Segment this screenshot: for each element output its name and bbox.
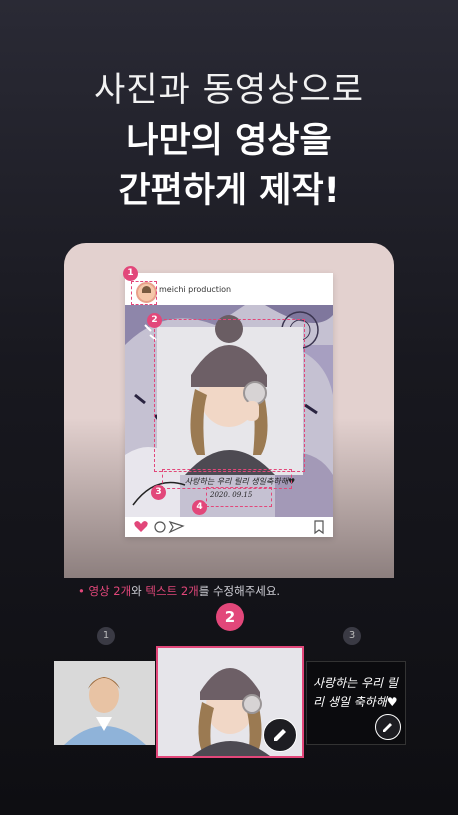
pencil-icon [274,729,286,741]
edit-clip-2-button[interactable] [263,718,297,752]
pencil-icon [383,723,392,732]
man-photo [54,661,155,745]
text-clip-preview: 사랑하는 우리 릴리 생일 축하해♥ [313,676,398,709]
hint-bullet: • [78,584,85,598]
hint-and: 와 [131,584,142,598]
marker-2: 2 [147,313,162,328]
marker-3: 3 [151,485,166,500]
profile-name: meichi production [159,285,232,294]
clip-thumbnail-3[interactable]: 사랑하는 우리 릴리 생일 축하해♥ [306,661,406,745]
clip-thumbnail-2-selected[interactable] [156,646,304,758]
editable-region-date[interactable] [206,487,272,507]
hint-text-count: 텍스트 2개 [145,584,199,598]
edit-hint: • 영상 2개와 텍스트 2개를 수정해주세요. [78,583,280,599]
headline-line-1: 사진과 동영상으로 [93,70,365,110]
clip-thumbnail-1[interactable] [54,661,155,745]
step-1[interactable]: 1 [97,627,115,645]
editable-region-caption[interactable] [162,469,292,489]
step-2-active[interactable]: 2 [216,603,244,631]
hint-video-count: 영상 2개 [88,584,132,598]
editable-region-photo[interactable] [154,319,305,472]
share-icon [168,520,185,534]
bookmark-icon [314,520,324,535]
edit-clip-3-button[interactable] [375,714,401,740]
marker-4: 4 [192,500,207,515]
heart-icon [134,521,148,532]
hint-suffix: 를 수정해주세요. [198,584,281,598]
headline-line-2: 나만의 영상을 [126,121,332,161]
step-3[interactable]: 3 [343,627,361,645]
headline-line-3: 간편하게 제작! [118,171,340,211]
marker-1: 1 [123,266,138,281]
card-actions [125,517,333,537]
editable-region-avatar[interactable] [131,281,157,305]
comment-icon [154,521,166,533]
